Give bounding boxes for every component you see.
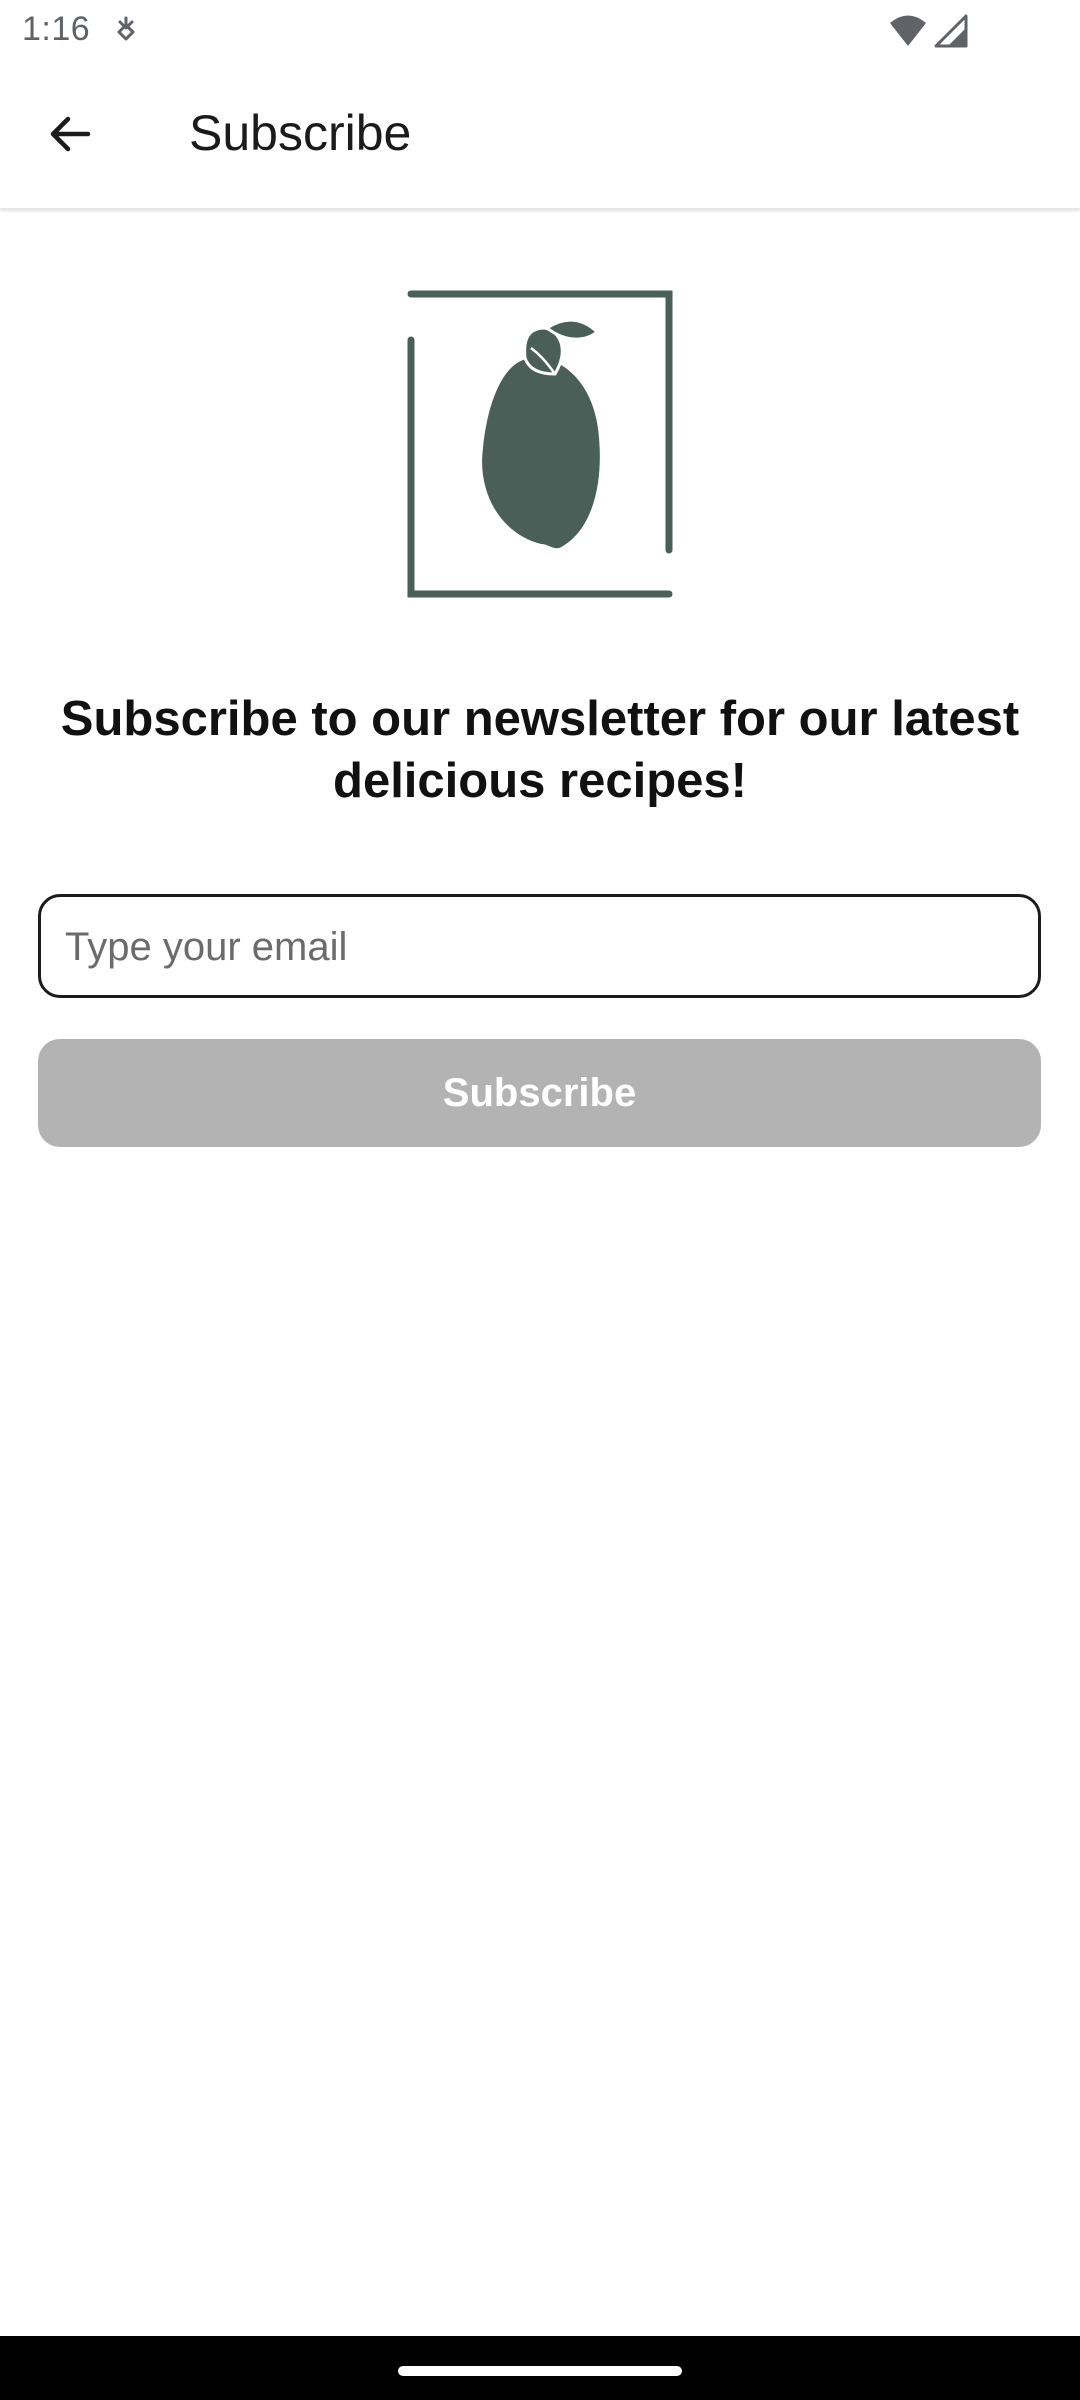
email-field[interactable]	[38, 894, 1041, 998]
notification-icon	[110, 14, 142, 48]
home-handle[interactable]	[398, 2366, 682, 2376]
status-time: 1:16	[22, 10, 91, 48]
page-title: Subscribe	[189, 105, 412, 161]
status-bar: 1:16	[0, 0, 1080, 62]
wifi-icon	[888, 14, 928, 48]
signal-icon	[934, 14, 970, 48]
app-bar: Subscribe	[0, 62, 1080, 209]
email-input[interactable]	[63, 897, 1017, 997]
arrow-back-icon	[46, 110, 94, 163]
subscribe-button[interactable]: Subscribe	[38, 1039, 1041, 1147]
navigation-bar	[0, 2336, 1080, 2400]
back-button[interactable]	[34, 100, 106, 172]
subscribe-screen: 1:16 Subscribe Subscribe to our newslett…	[0, 0, 1080, 2400]
lemon-logo-icon	[405, 288, 675, 602]
newsletter-headline: Subscribe to our newsletter for our late…	[60, 692, 1020, 808]
